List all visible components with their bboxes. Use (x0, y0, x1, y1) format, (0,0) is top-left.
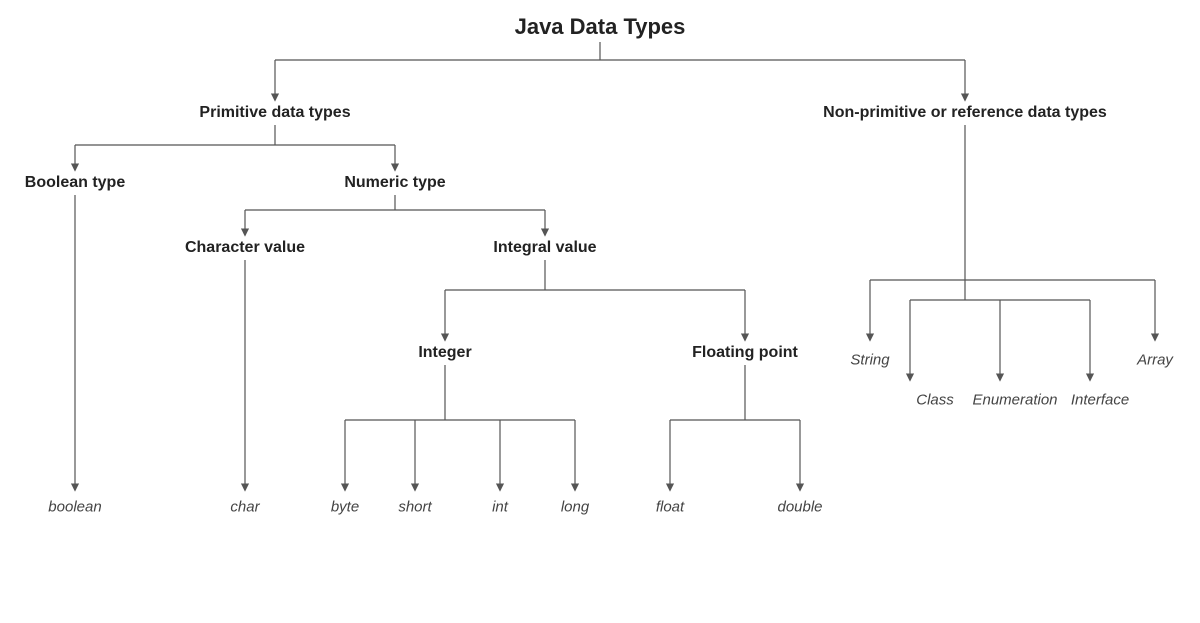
leaf-short: short (398, 499, 431, 516)
leaf-enumeration: Enumeration (972, 392, 1057, 409)
leaf-double: double (777, 499, 822, 516)
diagram-connectors (0, 0, 1200, 623)
node-integral-value: Integral value (493, 239, 596, 257)
node-numeric-type: Numeric type (344, 174, 445, 192)
leaf-long: long (561, 499, 589, 516)
leaf-class: Class (916, 392, 954, 409)
node-primitive: Primitive data types (199, 104, 350, 122)
node-character-value: Character value (185, 239, 305, 257)
leaf-int: int (492, 499, 508, 516)
leaf-float: float (656, 499, 684, 516)
node-floating-point: Floating point (692, 344, 798, 362)
leaf-interface: Interface (1071, 392, 1129, 409)
node-integer: Integer (418, 344, 471, 362)
leaf-boolean: boolean (48, 499, 101, 516)
leaf-char: char (230, 499, 259, 516)
node-nonprimitive: Non-primitive or reference data types (823, 104, 1107, 122)
leaf-array: Array (1137, 352, 1173, 369)
diagram-title: Java Data Types (515, 14, 686, 40)
leaf-byte: byte (331, 499, 359, 516)
leaf-string: String (850, 352, 889, 369)
node-boolean-type: Boolean type (25, 174, 125, 192)
